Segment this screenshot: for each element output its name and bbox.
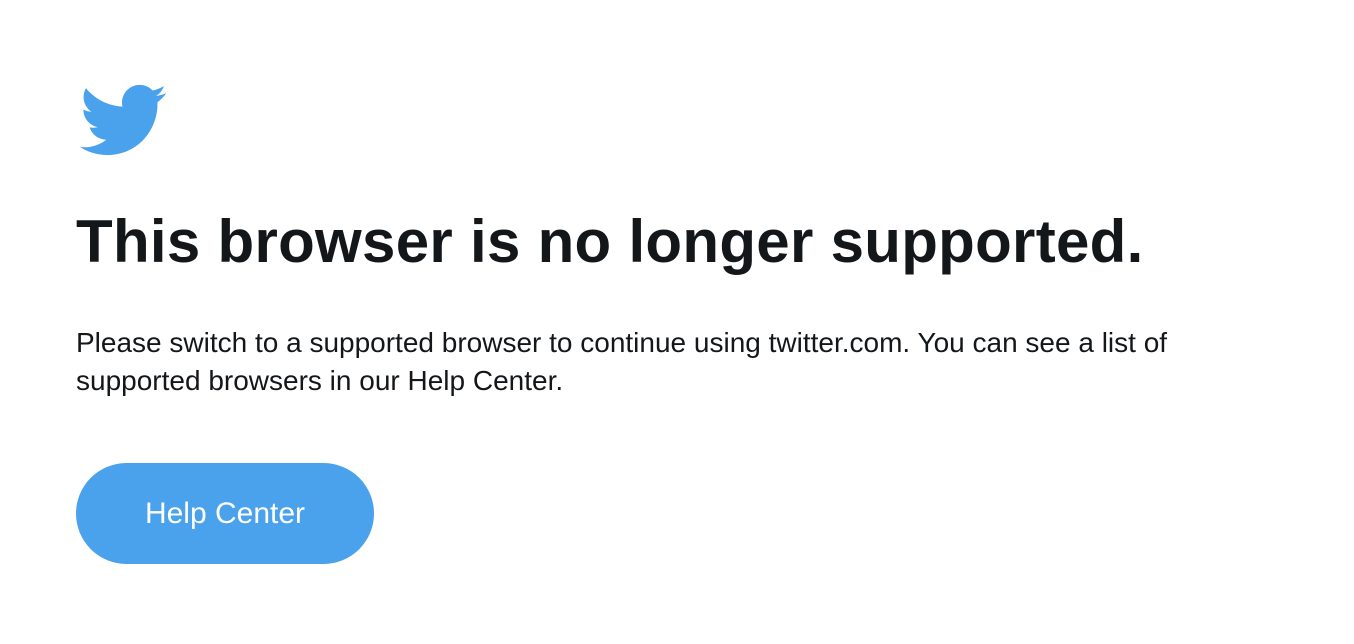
unsupported-browser-message: Please switch to a supported browser to … — [76, 327, 1168, 396]
unsupported-browser-page: This browser is no longer supported. Ple… — [0, 0, 1354, 644]
page-title: This browser is no longer supported. — [76, 208, 1144, 275]
help-center-button[interactable]: Help Center — [76, 463, 374, 564]
help-center-button-label: Help Center — [144, 496, 306, 530]
twitter-bird-icon — [76, 82, 168, 158]
